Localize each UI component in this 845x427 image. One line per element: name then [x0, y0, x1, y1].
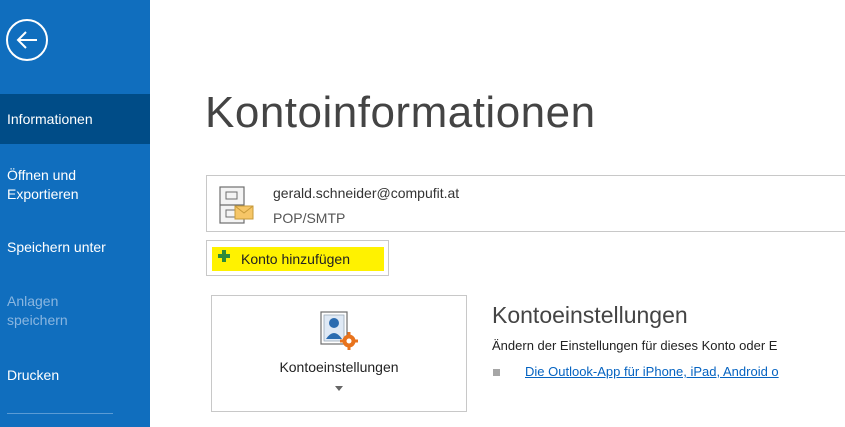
outlook-app-link[interactable]: Die Outlook-App für iPhone, iPad, Androi…	[525, 364, 779, 379]
add-account-label: Konto hinzufügen	[241, 251, 350, 267]
plus-icon	[218, 250, 230, 262]
square-bullet-icon	[493, 369, 500, 376]
nav-item-label: Informationen	[7, 111, 93, 127]
nav-item-anlagen-speichern: Anlagen speichern	[0, 292, 100, 330]
account-email: gerald.schneider@compufit.at	[273, 185, 460, 201]
page-title: Kontoinformationen	[205, 88, 596, 137]
nav-item-label: Öffnen und Exportieren	[7, 167, 79, 202]
account-settings-button[interactable]: Kontoeinstellungen	[211, 295, 467, 412]
mail-cabinet-icon	[219, 186, 254, 224]
account-settings-label: Kontoeinstellungen	[279, 359, 399, 375]
nav-item-oeffnen-exportieren[interactable]: Öffnen und Exportieren	[0, 166, 120, 204]
add-account-button[interactable]: Konto hinzufügen	[206, 240, 389, 276]
back-button[interactable]	[6, 19, 48, 61]
section-title: Kontoeinstellungen	[492, 302, 688, 328]
sidebar-divider	[7, 413, 113, 414]
section-description: Ändern der Einstellungen für dieses Kont…	[492, 338, 778, 353]
nav-item-label: Drucken	[7, 367, 60, 383]
nav-item-speichern-unter[interactable]: Speichern unter	[0, 238, 150, 257]
backstage-sidebar: Informationen Öffnen und Exportieren Spe…	[0, 0, 150, 427]
account-selector[interactable]: gerald.schneider@compufit.at POP/SMTP	[206, 175, 845, 232]
chevron-down-icon	[335, 386, 343, 391]
nav-item-label: Anlagen speichern	[7, 293, 68, 328]
nav-item-label: Speichern unter	[7, 239, 106, 255]
nav-item-informationen[interactable]: Informationen	[0, 94, 150, 144]
account-settings-icon	[320, 311, 358, 350]
nav-item-drucken[interactable]: Drucken	[0, 366, 150, 385]
back-arrow-icon	[16, 31, 37, 49]
account-type: POP/SMTP	[273, 210, 346, 226]
